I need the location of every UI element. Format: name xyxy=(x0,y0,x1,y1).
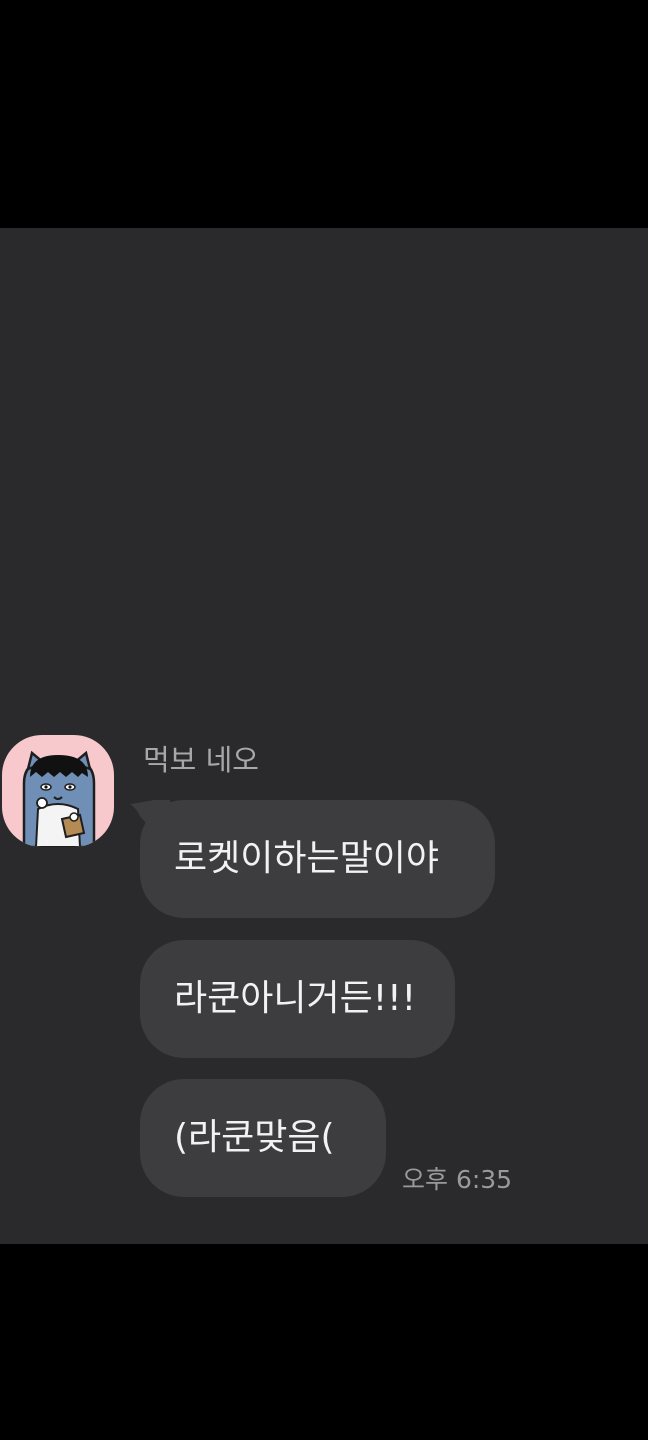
bottom-letterbox xyxy=(0,1244,648,1440)
sender-name: 먹보 네오 xyxy=(143,743,259,777)
message-bubble[interactable]: 로켓이하는말이야 xyxy=(140,800,495,918)
sender-avatar[interactable] xyxy=(2,735,114,847)
neo-cat-character-icon xyxy=(22,750,96,847)
message-bubble[interactable]: 라쿤아니거든!!! xyxy=(140,940,455,1058)
message-bubble[interactable]: (라쿤맞음( xyxy=(140,1079,386,1197)
top-letterbox xyxy=(0,0,648,228)
message-timestamp: 오후 6:35 xyxy=(402,1165,513,1194)
